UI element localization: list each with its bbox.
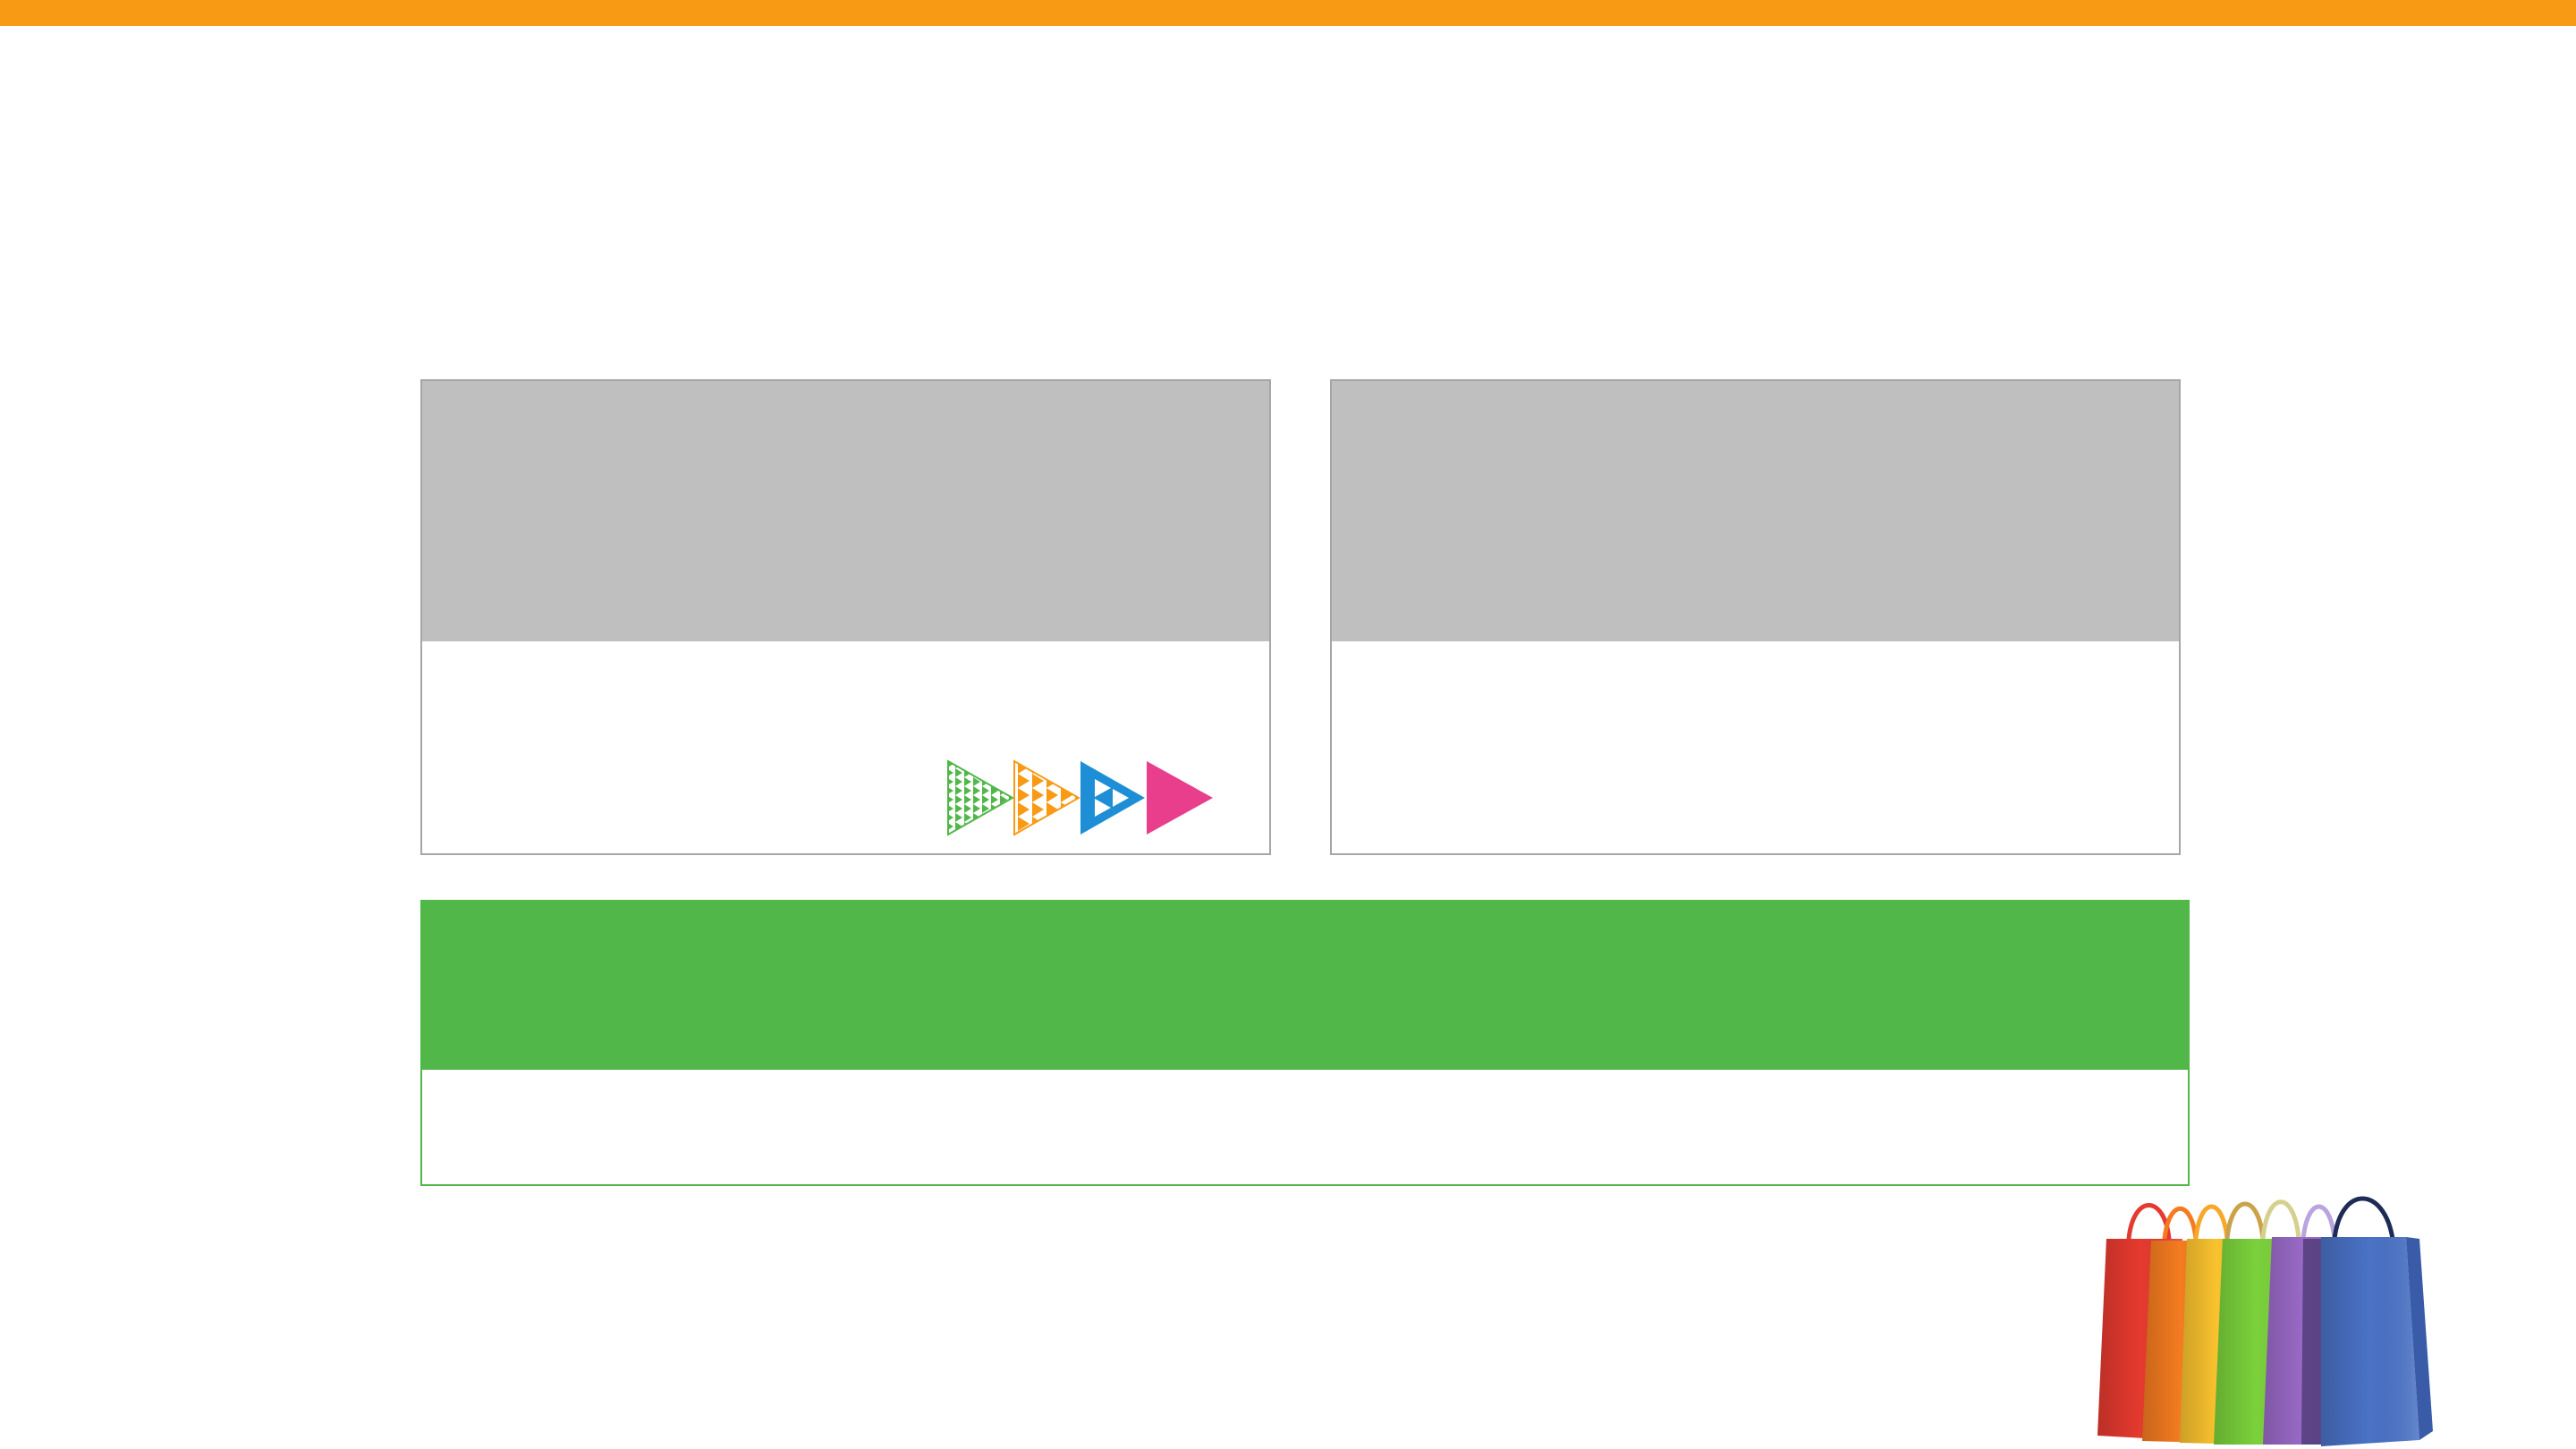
- shopping-bags-image: [2097, 1196, 2433, 1446]
- arrow-pink-icon: [1147, 761, 1213, 835]
- wide-card-header: [422, 902, 2188, 1070]
- arrow-orange-icon: [1013, 759, 1081, 836]
- arrow-logo-icon: [947, 759, 1213, 836]
- arrow-green-icon: [947, 759, 1015, 836]
- wide-card: [420, 900, 2190, 1186]
- right-card: [1330, 379, 2181, 855]
- top-accent-bar: [0, 0, 2576, 26]
- slide: [0, 0, 2576, 1449]
- arrow-blue-icon: [1080, 761, 1145, 835]
- right-card-header: [1332, 381, 2179, 641]
- left-card-header: [422, 381, 1269, 641]
